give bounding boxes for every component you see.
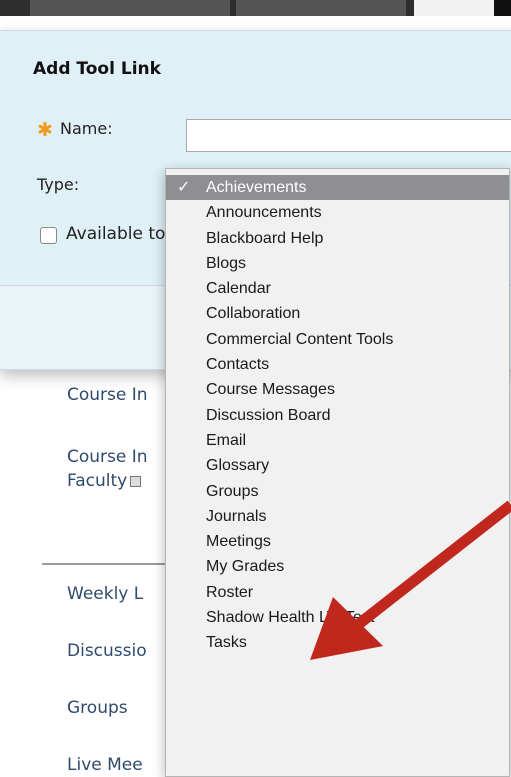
dropdown-option-course-messages[interactable]: Course Messages: [166, 377, 509, 402]
type-dropdown-list[interactable]: ✓ Achievements Announcements Blackboard H…: [165, 168, 510, 777]
dropdown-option-my-grades[interactable]: My Grades: [166, 554, 509, 579]
course-menu-link[interactable]: Course In: [67, 384, 148, 406]
dropdown-option-collaboration[interactable]: Collaboration: [166, 301, 509, 326]
course-menu-link[interactable]: Weekly L: [67, 583, 143, 605]
top-toolbar: [0, 0, 511, 16]
option-label: Achievements: [206, 179, 307, 196]
available-checkbox[interactable]: [40, 227, 57, 244]
type-label: Type:: [37, 175, 80, 194]
dropdown-option-glossary[interactable]: Glossary: [166, 453, 509, 478]
course-menu-link[interactable]: Course In: [67, 446, 148, 468]
course-menu-link-label: Faculty: [67, 471, 128, 491]
dropdown-option-shadow-health-lti-test[interactable]: Shadow Health LTI Test: [166, 605, 509, 630]
dropdown-option-blackboard-help[interactable]: Blackboard Help: [166, 226, 509, 251]
name-label: Name:: [60, 119, 113, 138]
dropdown-option-roster[interactable]: Roster: [166, 580, 509, 605]
dropdown-option-announcements[interactable]: Announcements: [166, 200, 509, 225]
edit-icon: [130, 476, 142, 487]
dropdown-option-discussion-board[interactable]: Discussion Board: [166, 403, 509, 428]
dropdown-option-journals[interactable]: Journals: [166, 504, 509, 529]
course-menu-link[interactable]: Groups: [67, 697, 128, 719]
name-input[interactable]: [186, 119, 511, 152]
dropdown-option-email[interactable]: Email: [166, 428, 509, 453]
dropdown-option-commercial-content-tools[interactable]: Commercial Content Tools: [166, 327, 509, 352]
course-menu-link[interactable]: Discussio: [67, 640, 147, 662]
dropdown-option-meetings[interactable]: Meetings: [166, 529, 509, 554]
course-menu-link[interactable]: Faculty: [67, 470, 142, 492]
toolbar-segment: [30, 0, 230, 16]
dropdown-option-tasks[interactable]: Tasks: [166, 630, 509, 655]
dropdown-option-blogs[interactable]: Blogs: [166, 251, 509, 276]
toolbar-dark-area: [494, 0, 511, 16]
toolbar-light-area: [414, 0, 494, 16]
panel-title: Add Tool Link: [33, 59, 161, 79]
course-menu-divider: [42, 563, 172, 565]
dropdown-option-contacts[interactable]: Contacts: [166, 352, 509, 377]
dropdown-option-achievements[interactable]: ✓ Achievements: [166, 175, 509, 201]
checkmark-icon: ✓: [177, 179, 191, 196]
asterisk-icon: ✱: [37, 119, 53, 141]
toolbar-segment: [236, 0, 406, 16]
course-menu-link[interactable]: Live Mee: [67, 754, 143, 776]
dropdown-option-calendar[interactable]: Calendar: [166, 276, 509, 301]
dropdown-option-groups[interactable]: Groups: [166, 479, 509, 504]
